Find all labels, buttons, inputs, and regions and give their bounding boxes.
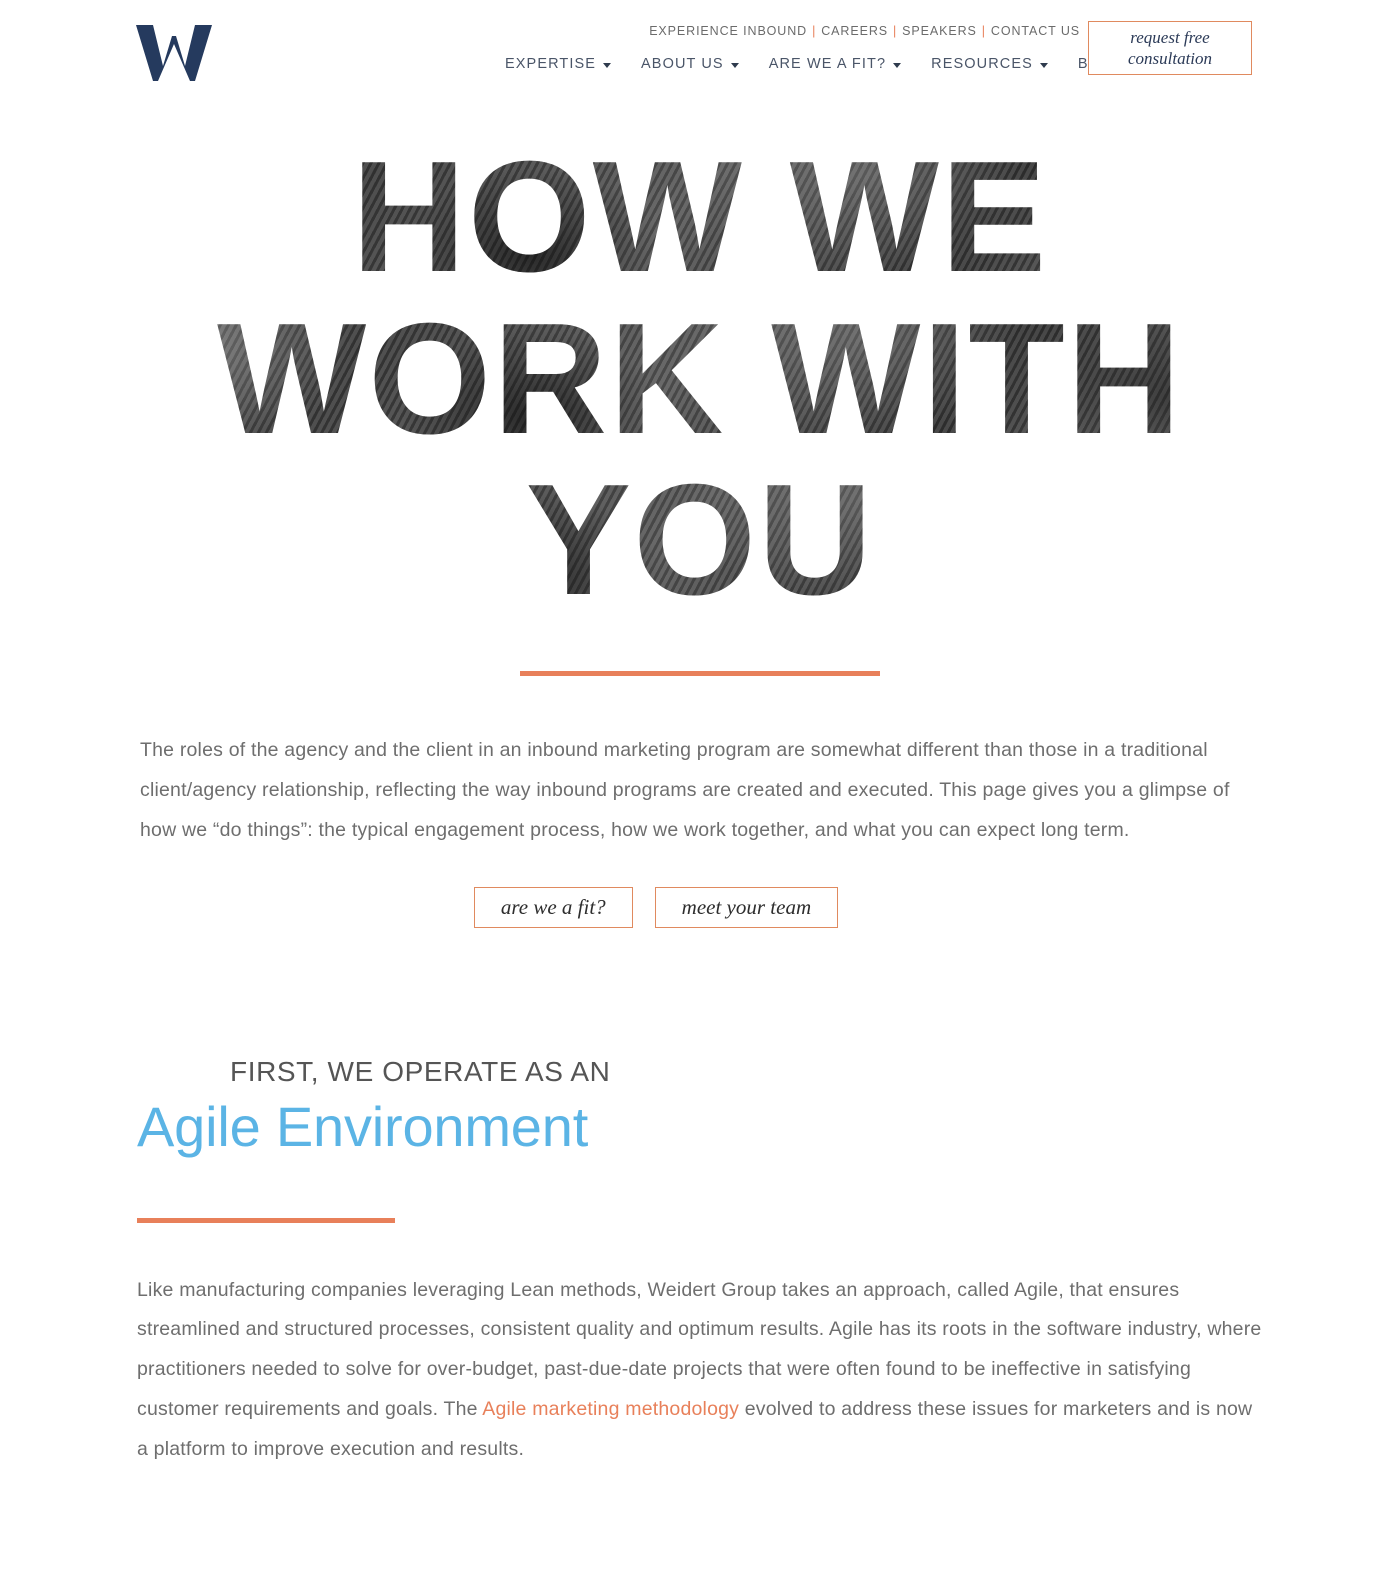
nav-item-resources[interactable]: RESOURCES	[931, 56, 1048, 72]
utility-nav-item-contact-us[interactable]: CONTACT US	[991, 24, 1080, 38]
logo-w-icon[interactable]	[133, 22, 215, 84]
nav-item-label: EXPERTISE	[505, 56, 597, 72]
section-title: Agile Environment	[137, 1094, 589, 1158]
chevron-down-icon	[893, 62, 902, 68]
chevron-down-icon	[730, 62, 739, 68]
utility-nav-separator: |	[812, 24, 817, 38]
hero-headline-line-3: YOU	[0, 465, 1400, 618]
chevron-down-icon	[1039, 62, 1048, 68]
cta-line-1: request free	[1130, 27, 1210, 47]
logo-w-svg	[136, 25, 212, 81]
nav-item-are-we-a-fit[interactable]: ARE WE A FIT?	[768, 56, 902, 72]
hero-paragraph: The roles of the agency and the client i…	[140, 739, 1230, 841]
agile-marketing-methodology-link[interactable]: Agile marketing methodology	[482, 1398, 739, 1420]
hero-section: HOW WE WORK WITH YOU The roles of the ag…	[0, 142, 1400, 928]
hero-divider	[520, 671, 880, 677]
nav-item-label: ARE WE A FIT?	[768, 56, 887, 72]
are-we-a-fit-button[interactable]: are we a fit?	[473, 886, 633, 928]
request-free-consultation-button[interactable]: request free consultation	[1088, 21, 1252, 75]
section-divider	[137, 1217, 395, 1223]
site-header: EXPERIENCE INBOUND | CAREERS | SPEAKERS | CONT…	[0, 0, 1400, 100]
nav-item-expertise[interactable]: EXPERTISE	[505, 56, 612, 72]
utility-nav: EXPERIENCE INBOUND | CAREERS | SPEAKERS | CONT…	[649, 24, 1080, 38]
hero-headline-line-1: HOW WE	[0, 142, 1400, 294]
meet-your-team-button[interactable]: meet your team	[654, 886, 839, 928]
hero-button-row: are we a fit? meet your team	[0, 886, 1400, 928]
section-paragraph: Like manufacturing companies leveraging …	[137, 1271, 1265, 1471]
agile-environment-section: FIRST, WE OPERATE AS AN Agile Environmen…	[0, 1056, 1400, 1470]
nav-item-label: RESOURCES	[931, 56, 1033, 72]
cta-line-2: consultation	[1127, 49, 1213, 68]
section-eyebrow: FIRST, WE OPERATE AS AN	[230, 1055, 611, 1087]
hero-headline-line-2: WORK WITH	[0, 303, 1400, 456]
utility-nav-item-careers[interactable]: CAREERS	[821, 24, 888, 38]
main-nav: EXPERTISE ABOUT US ARE WE A FIT? RESOURC…	[505, 56, 1123, 72]
utility-nav-separator: |	[981, 24, 986, 38]
chevron-down-icon	[603, 62, 612, 68]
nav-item-about-us[interactable]: ABOUT US	[641, 56, 739, 72]
nav-item-label: ABOUT US	[641, 56, 724, 72]
utility-nav-item-speakers[interactable]: SPEAKERS	[902, 24, 977, 38]
utility-nav-separator: |	[892, 24, 898, 38]
utility-nav-item-experience-inbound[interactable]: EXPERIENCE INBOUND	[649, 24, 807, 38]
